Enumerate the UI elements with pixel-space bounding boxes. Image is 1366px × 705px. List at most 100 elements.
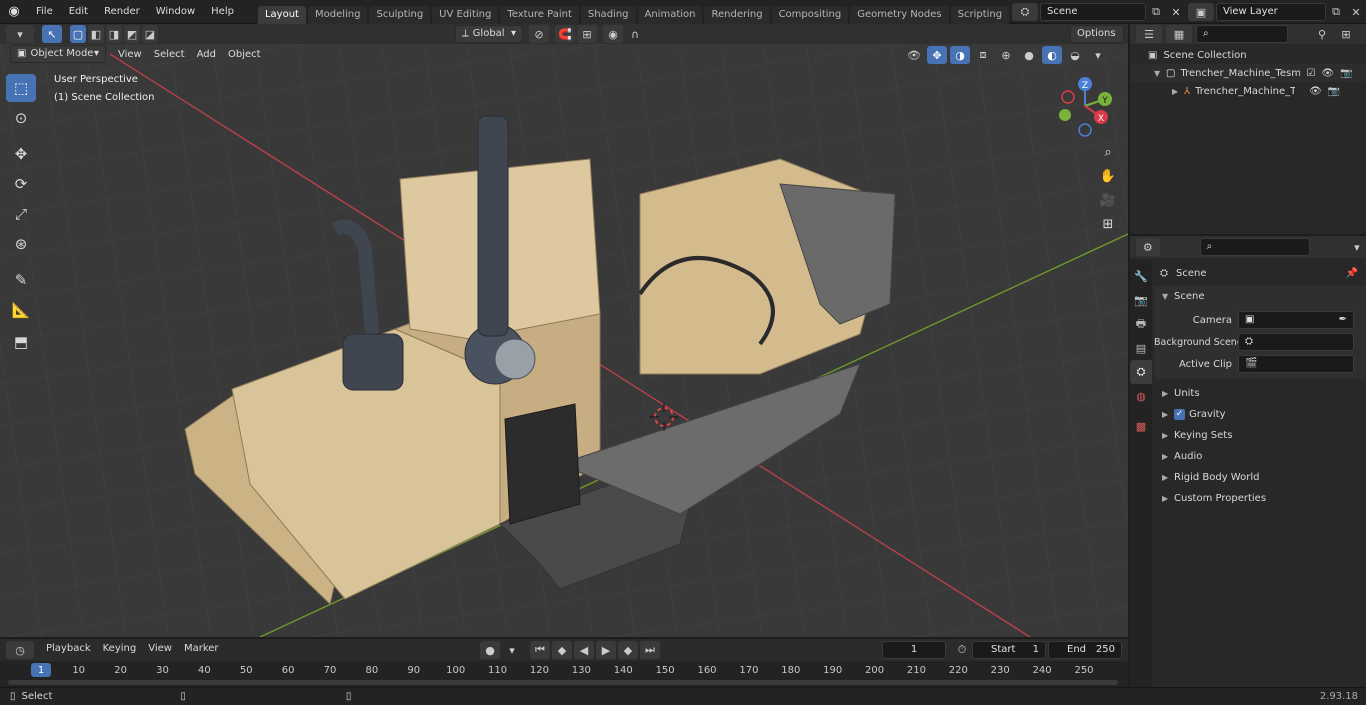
cursor-tool-icon[interactable]: ⊙ [6, 104, 36, 132]
options-dropdown[interactable]: Options [1070, 25, 1124, 43]
play-icon[interactable]: ▶ [596, 641, 616, 659]
tab-geometry-nodes[interactable]: Geometry Nodes [850, 5, 949, 24]
display-mode-icon[interactable]: ▦ [1166, 25, 1192, 43]
copy-view-layer-icon[interactable]: ⧉ [1326, 3, 1346, 21]
checkbox-icon[interactable]: ☑ [1306, 68, 1315, 79]
transform-orientation-dropdown[interactable]: ⟂ Global ▾ [455, 25, 523, 43]
units-panel[interactable]: ▶ Units [1154, 383, 1366, 404]
outliner-search-input[interactable]: ⌕ [1196, 25, 1288, 43]
output-tab-icon[interactable]: 🖶 [1130, 312, 1152, 336]
rotate-tool-icon[interactable]: ⟳ [6, 170, 36, 198]
select-box-tool-icon[interactable]: ⬚ [6, 74, 36, 102]
outliner-item[interactable]: ▼ ▢ Trencher_Machine_Tesmec_0 ☑ 👁 📷 [1130, 64, 1366, 82]
tab-texture-paint[interactable]: Texture Paint [500, 5, 579, 24]
menu-add[interactable]: Add [191, 49, 222, 60]
3d-viewport[interactable]: User Perspective (1) Scene Collection Z … [0, 44, 1128, 637]
menu-select[interactable]: Select [148, 49, 191, 60]
expand-arrow-icon[interactable]: ▶ [1172, 87, 1184, 96]
keyframe-type-icon[interactable]: ▾ [502, 641, 522, 659]
rigid-body-world-panel[interactable]: ▶ Rigid Body World [1154, 467, 1366, 488]
view-layer-field[interactable]: View Layer [1216, 3, 1326, 21]
eyedropper-icon[interactable]: ✒ [1339, 312, 1347, 328]
ortho-grid-icon[interactable]: ⊞ [1096, 212, 1120, 236]
select-subtract-icon[interactable]: ◨ [106, 25, 122, 43]
view-layer-tab-icon[interactable]: ▤ [1130, 336, 1152, 360]
close-view-layer-icon[interactable]: ✕ [1346, 3, 1366, 21]
transform-tool-icon[interactable]: ⊛ [6, 230, 36, 258]
menu-help[interactable]: Help [203, 0, 242, 24]
shading-options-icon[interactable]: ▾ [1088, 46, 1108, 64]
tool-tab-icon[interactable]: 🔧 [1130, 264, 1152, 288]
playback-menu[interactable]: Playback [40, 641, 97, 659]
eye-icon[interactable]: 👁 [1309, 86, 1322, 97]
audio-panel[interactable]: ▶ Audio [1154, 446, 1366, 467]
tab-uv-editing[interactable]: UV Editing [432, 5, 499, 24]
custom-properties-panel[interactable]: ▶ Custom Properties [1154, 488, 1366, 509]
proportional-edit-icon[interactable]: ◉ [603, 25, 623, 43]
end-frame-field[interactable]: End 250 [1048, 641, 1122, 659]
pan-hand-icon[interactable]: ✋ [1096, 164, 1120, 188]
gravity-checkbox[interactable]: ✓ [1174, 409, 1185, 420]
tab-compositing[interactable]: Compositing [771, 5, 849, 24]
properties-search-input[interactable]: ⌕ [1199, 238, 1310, 256]
object-mode-dropdown[interactable]: ▣ Object Mode ▾ [10, 45, 106, 63]
measure-tool-icon[interactable]: 📐 [6, 296, 36, 324]
zoom-icon[interactable]: ⌕ [1096, 140, 1120, 164]
menu-edit[interactable]: Edit [61, 0, 96, 24]
view-layer-icon[interactable]: ▣ [1188, 3, 1214, 21]
scene-tab-icon[interactable]: ⛭ [1130, 360, 1152, 384]
solid-shading-icon[interactable]: ● [1019, 46, 1039, 64]
annotate-tool-icon[interactable]: ✎ [6, 266, 36, 294]
background-scene-field[interactable]: ⛭ [1238, 333, 1354, 351]
prev-keyframe-icon[interactable]: ◆ [552, 641, 572, 659]
properties-options-icon[interactable]: ▾ [1348, 238, 1366, 256]
next-keyframe-icon[interactable]: ◆ [618, 641, 638, 659]
jump-end-icon[interactable]: ⏭ [640, 641, 660, 659]
scene-name-field[interactable]: Scene [1040, 3, 1146, 21]
timeline-ruler[interactable]: 1 10 20 30 40 50 60 70 80 90 100 110 120 130 140 150 160… [0, 661, 1128, 687]
expand-arrow-icon[interactable]: ▼ [1154, 69, 1166, 78]
render-tab-icon[interactable]: 📷 [1130, 288, 1152, 312]
pin-icon[interactable]: 📌 [1346, 268, 1358, 279]
snap-target-icon[interactable]: ⊞ [577, 25, 597, 43]
timeline-scrollbar[interactable] [8, 680, 1118, 685]
marker-menu[interactable]: Marker [178, 641, 225, 659]
camera-field[interactable]: ▣ ✒ [1238, 311, 1354, 329]
select-extend-icon[interactable]: ◧ [88, 25, 104, 43]
menu-file[interactable]: File [28, 0, 61, 24]
record-icon[interactable]: ● [480, 641, 500, 659]
select-tool-icon[interactable]: ↖ [42, 25, 62, 43]
editor-type-icon[interactable]: ▾ [6, 25, 34, 43]
tab-sculpting[interactable]: Sculpting [369, 5, 431, 24]
scene-icon[interactable]: ⛭ [1012, 3, 1038, 21]
play-reverse-icon[interactable]: ◀ [574, 641, 594, 659]
stopwatch-icon[interactable]: ⏱ [952, 641, 972, 659]
add-cube-tool-icon[interactable]: ⬒ [6, 328, 36, 356]
outliner-editor-icon[interactable]: ☰ [1136, 25, 1162, 43]
pivot-point-icon[interactable]: ⊘ [529, 25, 549, 43]
xray-icon[interactable]: ⧈ [973, 46, 993, 64]
current-frame-field[interactable]: 1 [882, 641, 946, 659]
tab-scripting[interactable]: Scripting [950, 5, 1010, 24]
camera-icon[interactable]: 📷 [1340, 68, 1352, 79]
gizmo-toggle-icon[interactable]: ✥ [927, 46, 947, 64]
visibility-icon[interactable]: 👁 [904, 46, 924, 64]
start-frame-field[interactable]: Start 1 [972, 641, 1046, 659]
outliner-scene-collection[interactable]: ▣ Scene Collection [1130, 46, 1366, 64]
snap-icon[interactable]: 🧲 [555, 25, 575, 43]
tab-animation[interactable]: Animation [637, 5, 703, 24]
texture-tab-icon[interactable]: ▩ [1130, 414, 1152, 438]
tab-layout[interactable]: Layout [257, 5, 306, 24]
overlay-toggle-icon[interactable]: ◑ [950, 46, 970, 64]
scale-tool-icon[interactable]: ⤢ [6, 200, 36, 228]
tab-modeling[interactable]: Modeling [307, 5, 368, 24]
tab-shading[interactable]: Shading [580, 5, 636, 24]
select-new-icon[interactable]: ▢ [70, 25, 86, 43]
gravity-panel[interactable]: ▶ ✓ Gravity [1154, 404, 1366, 425]
new-collection-icon[interactable]: ⊞ [1336, 25, 1356, 43]
filter-icon[interactable]: ⚲ [1312, 25, 1332, 43]
select-intersect-icon[interactable]: ◪ [142, 25, 158, 43]
wireframe-shading-icon[interactable]: ⊕ [996, 46, 1016, 64]
outliner-item[interactable]: ▶ ⅄ Trencher_Machine_Tesme 👁 📷 [1130, 82, 1366, 100]
properties-editor-icon[interactable]: ⚙ [1136, 238, 1160, 256]
